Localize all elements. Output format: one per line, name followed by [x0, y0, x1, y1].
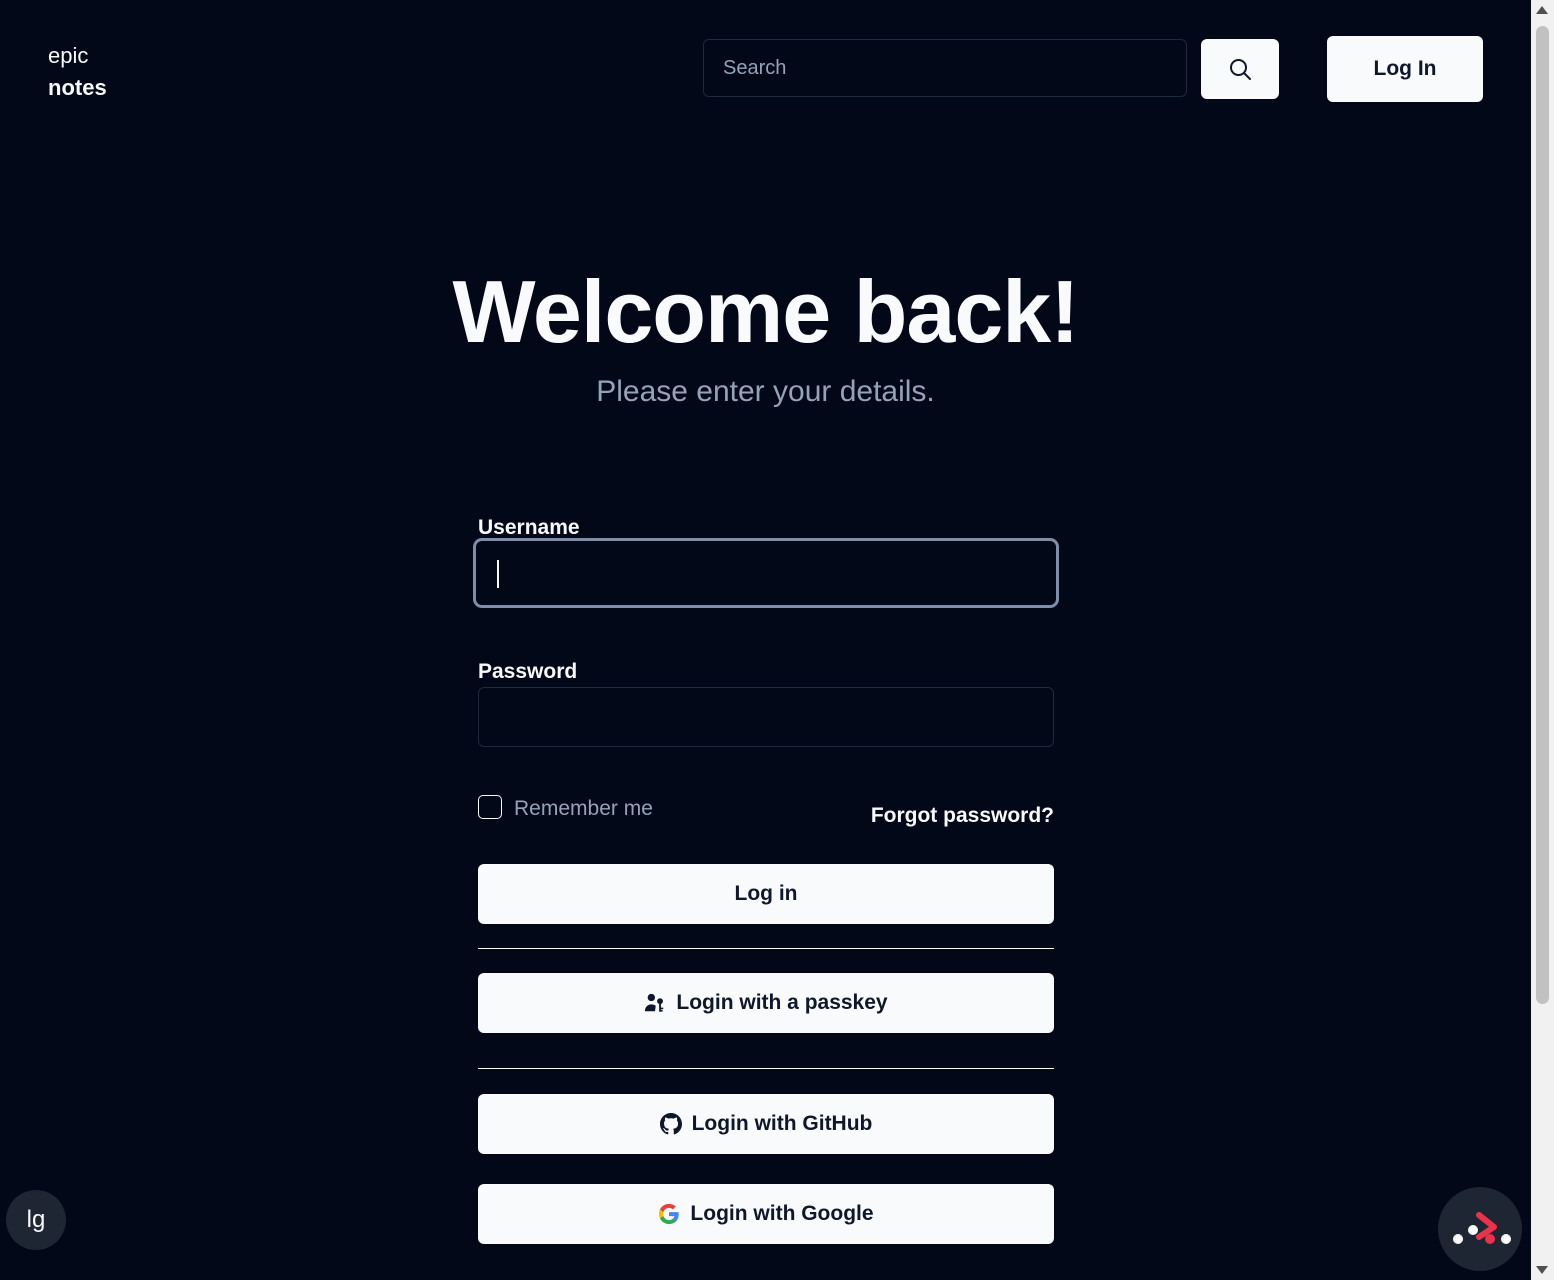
breakpoint-badge: lg [6, 1190, 66, 1250]
password-label: Password [478, 660, 578, 683]
github-login-button[interactable]: Login with GitHub [478, 1094, 1054, 1154]
page-title: Welcome back! [452, 262, 1079, 361]
passkey-button-label: Login with a passkey [676, 991, 888, 1014]
devtools-icon [1453, 1212, 1511, 1244]
logo-notes: notes [48, 75, 107, 100]
vertical-scrollbar[interactable] [1531, 0, 1554, 1280]
github-button-label: Login with GitHub [691, 1112, 873, 1135]
login-button[interactable]: Log in [478, 864, 1054, 924]
scroll-down-icon[interactable] [1536, 1266, 1548, 1274]
logo-link[interactable]: epic notes [48, 40, 107, 104]
google-login-button[interactable]: Login with Google [478, 1184, 1054, 1244]
login-button-label: Log in [734, 882, 798, 905]
search-field [703, 39, 1187, 97]
username-input[interactable] [473, 538, 1059, 608]
google-icon [659, 1203, 680, 1225]
header-login-button[interactable]: Log In [1327, 36, 1483, 102]
forgot-password-link[interactable]: Forgot password? [871, 803, 1054, 829]
password-input[interactable] [478, 687, 1054, 747]
scroll-up-icon[interactable] [1536, 6, 1548, 14]
text-caret [497, 560, 499, 588]
github-icon [659, 1113, 682, 1135]
search-input[interactable] [704, 40, 1186, 96]
divider [478, 1068, 1054, 1069]
divider [478, 948, 1054, 949]
devtools-button[interactable] [1438, 1187, 1522, 1271]
search-icon [1230, 59, 1251, 80]
page-subtitle: Please enter your details. [596, 375, 935, 408]
passkey-login-button[interactable]: Login with a passkey [478, 973, 1054, 1033]
logo-epic: epic [48, 43, 89, 68]
page: epic notes Log In Welcome back! Please e… [0, 0, 1554, 1280]
passkey-icon [645, 993, 664, 1012]
search-button[interactable] [1201, 39, 1279, 99]
remember-me-checkbox[interactable] [478, 795, 502, 819]
remember-me-label[interactable]: Remember me [514, 796, 653, 822]
scroll-thumb[interactable] [1536, 26, 1549, 1004]
google-button-label: Login with Google [690, 1202, 874, 1225]
